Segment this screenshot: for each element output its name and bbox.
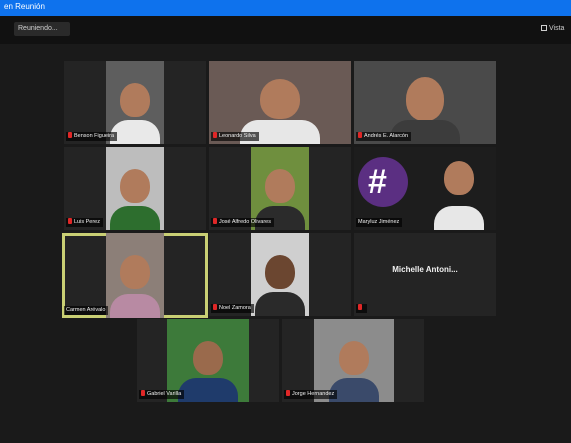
participant-nameplate: Jorge Hernandez bbox=[284, 390, 338, 399]
participant-tile[interactable]: José Alfredo Olivares bbox=[209, 147, 351, 230]
participant-face bbox=[265, 255, 295, 289]
participant-nameplate: Maryluz Jiménez bbox=[356, 218, 403, 227]
participant-video bbox=[106, 147, 164, 230]
participant-face bbox=[120, 169, 150, 203]
participant-face bbox=[120, 255, 150, 289]
grid-icon bbox=[541, 25, 547, 31]
participant-name: José Alfredo Olivares bbox=[219, 219, 271, 225]
participant-face bbox=[120, 83, 150, 117]
participant-nameplate: Gabriel Varilla bbox=[139, 390, 185, 399]
muted-mic-icon bbox=[213, 304, 217, 310]
participant-face bbox=[265, 169, 295, 203]
muted-mic-icon bbox=[286, 390, 290, 396]
participant-tile[interactable]: Noel Zamora bbox=[209, 233, 351, 316]
participant-face bbox=[406, 77, 444, 121]
participant-tile-active-speaker[interactable]: Carmen Arévalo bbox=[62, 233, 208, 318]
participant-tile[interactable]: Leonardo Silva bbox=[209, 61, 351, 144]
participant-nameplate bbox=[356, 304, 367, 313]
muted-mic-icon bbox=[358, 304, 362, 310]
muted-mic-icon bbox=[68, 218, 72, 224]
participant-name-large: Michelle Antoni... bbox=[392, 265, 458, 274]
meeting-status-button[interactable]: Reuniendo... bbox=[14, 22, 70, 36]
participant-nameplate: Carmen Arévalo bbox=[64, 306, 109, 315]
participant-tile[interactable]: Michelle Antoni... bbox=[354, 233, 496, 316]
participant-name: Jorge Hernandez bbox=[292, 391, 335, 397]
window-title: en Reunión bbox=[4, 2, 45, 11]
participant-name: Noel Zamora bbox=[219, 305, 251, 311]
view-label: Vista bbox=[549, 25, 565, 32]
participant-body bbox=[178, 378, 238, 402]
muted-mic-icon bbox=[213, 132, 217, 138]
participant-nameplate: Andrés E. Alarcón bbox=[356, 132, 412, 141]
participant-tile[interactable]: Jorge Hernandez bbox=[282, 319, 424, 402]
participant-face bbox=[339, 341, 369, 375]
participant-body bbox=[255, 292, 305, 316]
muted-mic-icon bbox=[358, 132, 362, 138]
view-button[interactable]: Vista bbox=[537, 22, 567, 36]
participant-nameplate: Benson Figueira bbox=[66, 132, 118, 141]
participant-body bbox=[110, 294, 160, 318]
participant-tile[interactable]: Benson Figueira bbox=[64, 61, 206, 144]
participant-face bbox=[193, 341, 223, 375]
muted-mic-icon bbox=[68, 132, 72, 138]
title-bar: en Reunión bbox=[0, 0, 571, 16]
participant-nameplate: José Alfredo Olivares bbox=[211, 218, 274, 227]
participant-name: Carmen Arévalo bbox=[66, 307, 106, 313]
participant-name: Gabriel Varilla bbox=[147, 391, 182, 397]
participant-video bbox=[251, 233, 309, 316]
participant-nameplate: Leonardo Silva bbox=[211, 132, 259, 141]
meeting-toolbar: Reuniendo... Vista bbox=[0, 16, 571, 44]
participant-nameplate: Noel Zamora bbox=[211, 304, 254, 313]
participant-name: Luis Perez bbox=[74, 219, 100, 225]
participant-name: Andrés E. Alarcón bbox=[364, 133, 409, 139]
muted-mic-icon bbox=[213, 218, 217, 224]
muted-mic-icon bbox=[141, 390, 145, 396]
participant-face bbox=[444, 161, 474, 195]
participant-tile[interactable]: # Maryluz Jiménez bbox=[354, 147, 496, 230]
video-gallery: Benson Figueira Leonardo Silva Andrés E.… bbox=[0, 44, 571, 443]
participant-tile[interactable]: Gabriel Varilla bbox=[137, 319, 279, 402]
participant-nameplate: Luis Perez bbox=[66, 218, 103, 227]
participant-name: Maryluz Jiménez bbox=[358, 219, 400, 225]
participant-name: Benson Figueira bbox=[74, 133, 115, 139]
participant-video bbox=[106, 233, 164, 318]
participant-tile[interactable]: Andrés E. Alarcón bbox=[354, 61, 496, 144]
hashtag-icon: # bbox=[368, 163, 387, 201]
participant-face bbox=[260, 79, 300, 119]
participant-tile[interactable]: Luis Perez bbox=[64, 147, 206, 230]
participant-body bbox=[110, 206, 160, 230]
participant-name: Leonardo Silva bbox=[219, 133, 256, 139]
participant-body bbox=[110, 120, 160, 144]
participant-body bbox=[434, 206, 484, 230]
